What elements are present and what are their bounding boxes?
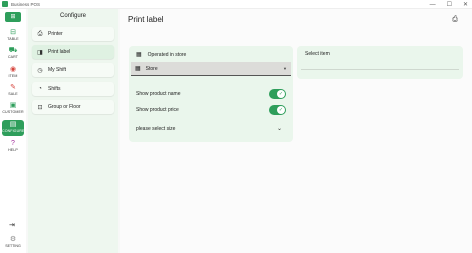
customer-icon: ▣: [9, 102, 17, 109]
subnav-item-shifts[interactable]: ◔ Shifts: [32, 82, 114, 96]
cart-icon: ⛟: [8, 47, 18, 54]
store-icon: ▦: [136, 52, 142, 58]
minimize-button[interactable]: —: [430, 2, 436, 8]
sale-icon: ✎: [10, 84, 16, 91]
show-product-price-label: Show product price: [136, 107, 179, 113]
rail-item-cart[interactable]: ⛟ CART: [2, 46, 24, 62]
subnav-item-label: Group or Floor: [48, 104, 81, 110]
subnav-item-label: Shifts: [48, 86, 61, 92]
subnav-item-label: Print label: [48, 49, 71, 55]
check-icon: ✓: [277, 106, 285, 114]
select-item-underline: [301, 69, 459, 70]
rail-item-label: HELP: [8, 148, 18, 152]
rail-item-label: ITEM: [8, 74, 18, 78]
subnav-item-label: Printer: [48, 31, 63, 37]
select-item-label: Select item: [305, 51, 330, 57]
rail-item-label: TABLE: [7, 37, 19, 41]
subnav-item-group-or-floor[interactable]: ⊡ Group or Floor: [32, 100, 114, 114]
schedule-icon: ◔: [38, 86, 42, 92]
logout-icon[interactable]: ⇥: [9, 221, 15, 229]
show-product-name-row: Show product name ✓: [136, 88, 286, 100]
floor-icon: ⊡: [37, 104, 43, 111]
main-navigation-rail: ⊞ ⊟ TABLE ⛟ CART ◉ ITEM ✎ SALE ▣ CUSTOME…: [0, 9, 26, 253]
window-title: Business POS: [11, 1, 41, 7]
rail-item-help[interactable]: ? HELP: [2, 139, 24, 155]
rail-item-configure[interactable]: ▤ CONFIGURE: [2, 120, 24, 136]
configure-subnav: Configure ⎙ Printer ◨ Print label ◷ My S…: [28, 9, 118, 253]
check-icon: ✓: [277, 90, 285, 98]
rail-item-label: CART: [7, 55, 19, 59]
store-select-value: Store: [145, 65, 158, 72]
close-button[interactable]: ✕: [463, 1, 468, 8]
window-controls: — ☐ ✕: [430, 0, 468, 9]
configure-icon: ▤: [9, 121, 17, 128]
rail-item-label: CONFIGURE: [2, 129, 25, 133]
label-options-panel: ▦ Operated in store ▦ Store ▼ Show produ…: [129, 46, 293, 142]
title-bar: Business POS — ☐ ✕: [0, 0, 472, 9]
label-icon: ◨: [37, 49, 43, 56]
operated-label: Operated in store: [147, 51, 187, 58]
help-icon: ?: [11, 140, 15, 147]
select-item-panel[interactable]: Select item: [297, 46, 463, 79]
rail-item-customer[interactable]: ▣ CUSTOMER: [2, 101, 24, 117]
item-icon: ◉: [9, 66, 17, 73]
show-product-price-row: Show product price ✓: [136, 104, 286, 116]
store-select[interactable]: ▦ Store ▼: [131, 62, 291, 76]
subnav-item-my-shift[interactable]: ◷ My Shift: [32, 63, 114, 77]
clock-icon: ◷: [37, 67, 43, 74]
store-logo-icon[interactable]: ⊞: [5, 12, 21, 22]
rail-item-item[interactable]: ◉ ITEM: [2, 65, 24, 81]
show-product-name-label: Show product name: [136, 91, 181, 97]
chevron-down-icon: ⌄: [276, 126, 282, 132]
show-product-price-toggle[interactable]: ✓: [269, 105, 286, 115]
page-title: Print label: [128, 15, 164, 24]
rail-item-table[interactable]: ⊟ TABLE: [2, 28, 24, 44]
printer-icon: ⎙: [37, 30, 43, 37]
size-select-placeholder: please select size: [136, 126, 176, 132]
maximize-button[interactable]: ☐: [447, 1, 452, 8]
subnav-title: Configure: [59, 13, 86, 19]
table-icon: ⊟: [10, 29, 16, 36]
show-product-name-toggle[interactable]: ✓: [269, 89, 286, 99]
subnav-item-print-label[interactable]: ◨ Print label: [32, 45, 114, 59]
print-label-page: Print label ⎙ ▦ Operated in store ▦ Stor…: [120, 9, 472, 253]
store-icon: ▦: [135, 66, 141, 72]
gear-icon: ⚙: [9, 236, 17, 243]
app-icon: [2, 1, 8, 7]
rail-item-sale[interactable]: ✎ SALE: [2, 83, 24, 99]
size-select[interactable]: please select size ⌄: [136, 123, 286, 135]
operated-in-store-header: ▦ Operated in store: [136, 51, 187, 59]
rail-item-label: CUSTOMER: [2, 110, 24, 114]
rail-item-label: SALE: [8, 92, 18, 96]
settings-label: SETTING: [5, 244, 21, 248]
subnav-item-label: My Shift: [48, 67, 67, 73]
subnav-item-printer[interactable]: ⎙ Printer: [32, 27, 114, 41]
settings-button[interactable]: ⚙ SETTING: [2, 235, 24, 251]
print-icon[interactable]: ⎙: [450, 15, 460, 25]
caret-down-icon: ▼: [283, 66, 287, 71]
